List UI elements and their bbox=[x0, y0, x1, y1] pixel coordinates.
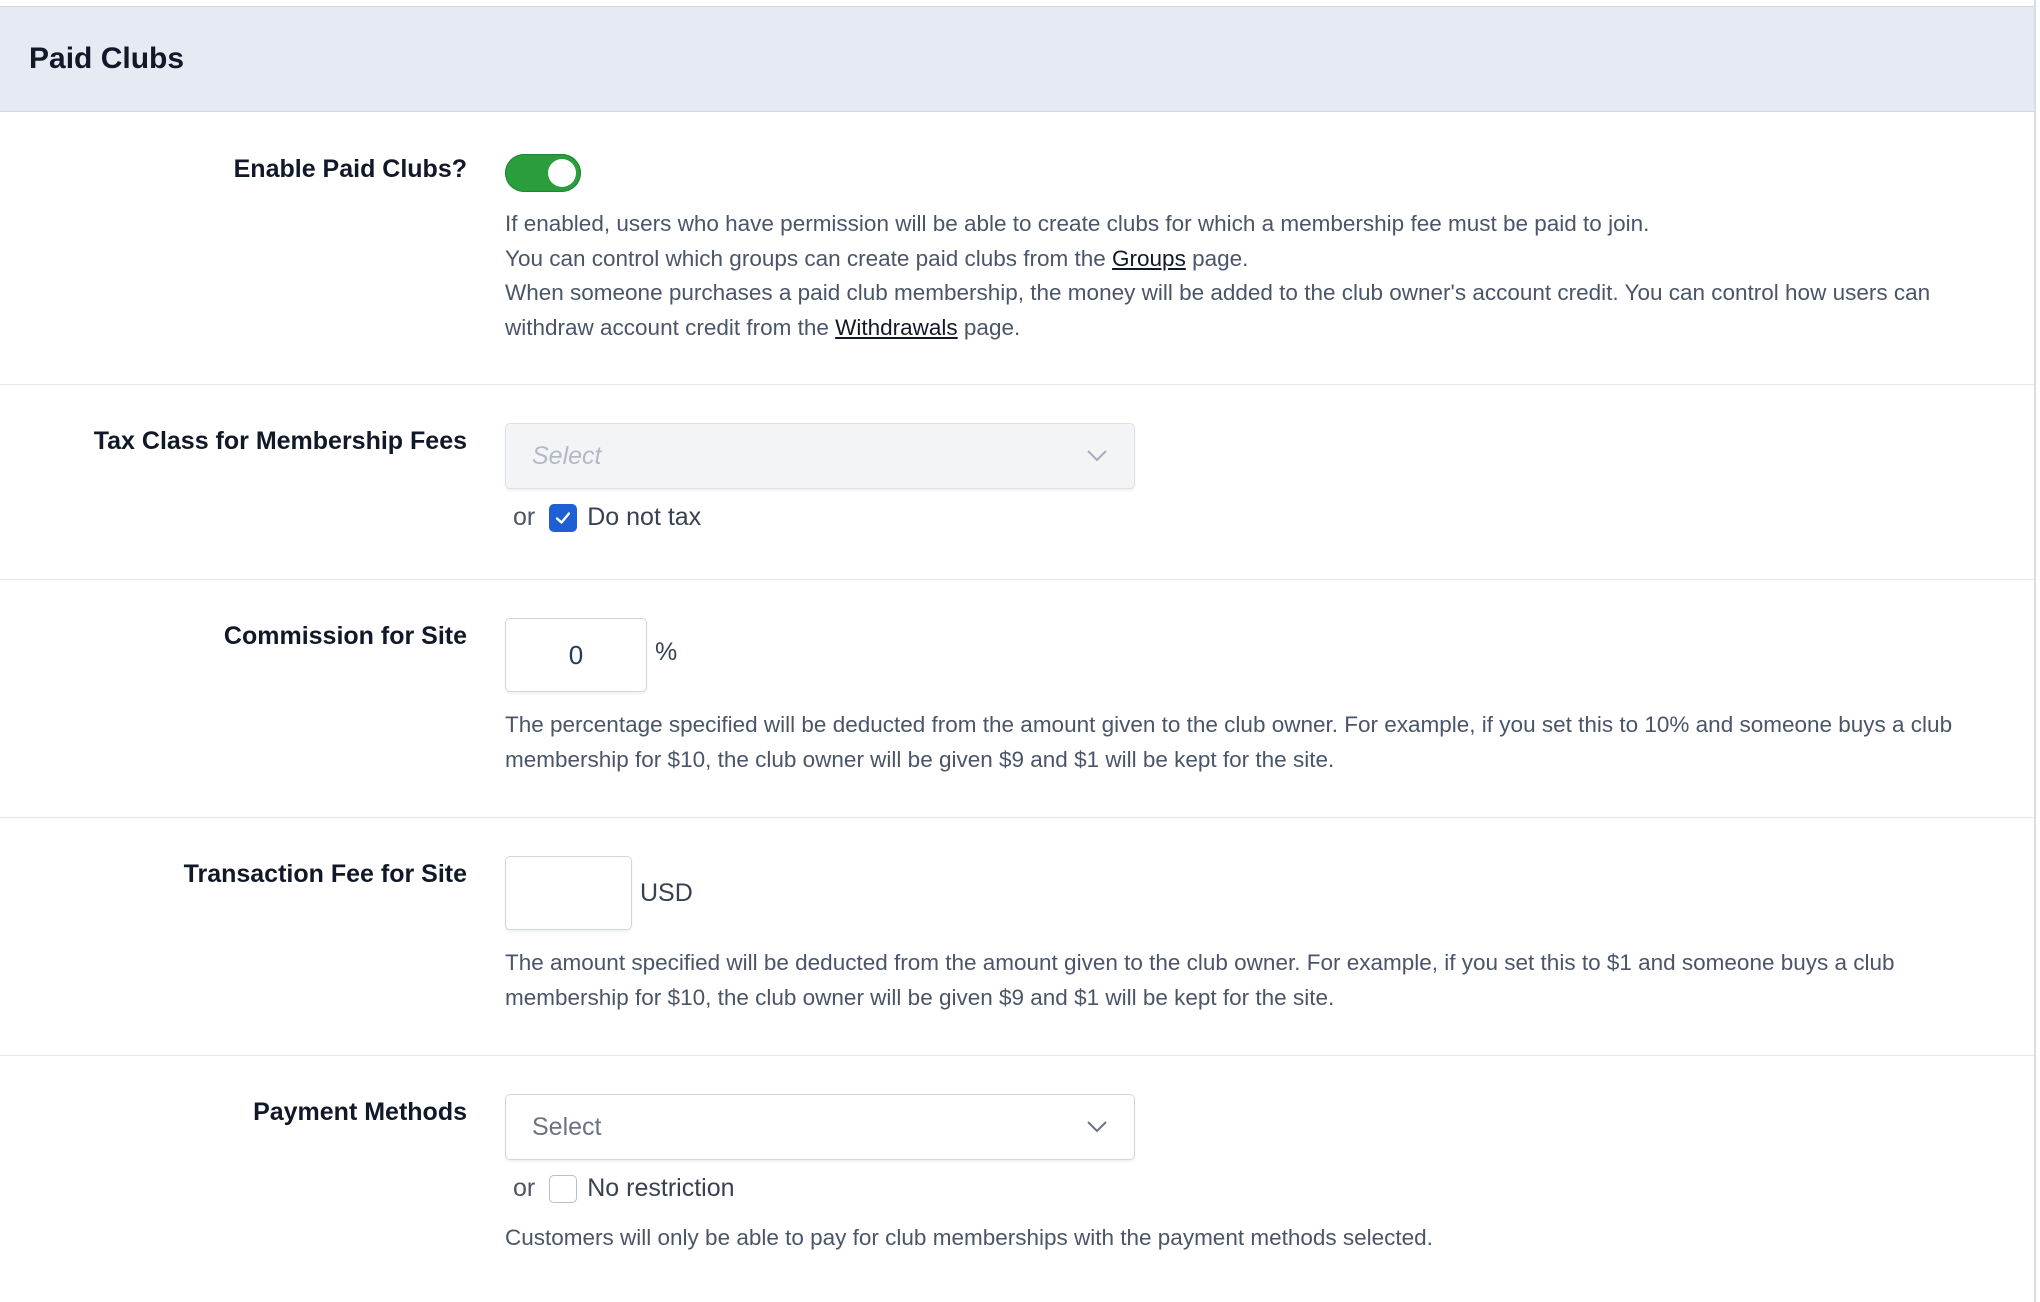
commission-field: 0 % The percentage specified will be ded… bbox=[505, 618, 1994, 777]
row-payment-methods: Payment Methods Select or No restriction… bbox=[0, 1056, 2034, 1276]
desc-text: page. bbox=[1185, 245, 1249, 271]
no-restriction-label[interactable]: No restriction bbox=[587, 1174, 734, 1203]
enable-description: If enabled, users who have permission wi… bbox=[505, 207, 1994, 345]
page-title: Paid Clubs bbox=[29, 42, 185, 75]
payment-or-line: or No restriction bbox=[505, 1174, 1994, 1203]
tax-class-select[interactable]: Select bbox=[505, 423, 1135, 489]
do-not-tax-label[interactable]: Do not tax bbox=[587, 503, 701, 532]
row-enable-paid-clubs: Enable Paid Clubs? If enabled, users who… bbox=[0, 112, 2034, 385]
tax-class-label: Tax Class for Membership Fees bbox=[93, 427, 467, 455]
payment-field: Select or No restriction Customers will … bbox=[505, 1094, 1994, 1256]
enable-paid-clubs-toggle[interactable] bbox=[505, 154, 581, 192]
row-commission: Commission for Site 0 % The percentage s… bbox=[0, 580, 2034, 818]
tax-or-line: or Do not tax bbox=[505, 503, 1994, 532]
transaction-fee-label: Transaction Fee for Site bbox=[183, 860, 467, 888]
payment-methods-label: Payment Methods bbox=[253, 1098, 467, 1126]
row-transaction-fee: Transaction Fee for Site USD The amount … bbox=[0, 818, 2034, 1056]
desc-text: When someone purchases a paid club membe… bbox=[505, 280, 1931, 340]
transaction-input-group: USD bbox=[505, 856, 1994, 930]
toggle-knob bbox=[548, 159, 576, 187]
enable-desc-line1: If enabled, users who have permission wi… bbox=[505, 211, 1650, 236]
or-text: or bbox=[513, 1174, 536, 1202]
commission-input-group: 0 % bbox=[505, 618, 1994, 692]
transaction-description: The amount specified will be deducted fr… bbox=[505, 950, 1895, 1010]
desc-text: page. bbox=[957, 314, 1021, 340]
enable-field: If enabled, users who have permission wi… bbox=[505, 154, 1994, 345]
withdrawals-link[interactable]: Withdrawals bbox=[835, 315, 958, 340]
transaction-fee-input[interactable] bbox=[505, 856, 632, 930]
tax-select-placeholder: Select bbox=[532, 441, 602, 470]
or-text: or bbox=[513, 503, 536, 531]
do-not-tax-checkbox[interactable] bbox=[549, 503, 578, 532]
tax-field: Select or Do not tax bbox=[505, 423, 1994, 532]
enable-desc-line2: You can control which groups can create … bbox=[505, 242, 1994, 277]
transaction-field: USD The amount specified will be deducte… bbox=[505, 856, 1994, 1015]
commission-description: The percentage specified will be deducte… bbox=[505, 712, 1953, 772]
percent-unit: % bbox=[655, 638, 678, 666]
chevron-down-icon bbox=[1087, 1121, 1107, 1133]
checkmark-icon bbox=[556, 511, 571, 524]
row-tax-class: Tax Class for Membership Fees Select or … bbox=[0, 385, 2034, 580]
chevron-down-icon bbox=[1087, 450, 1107, 462]
no-restriction-checkbox[interactable] bbox=[549, 1174, 578, 1203]
enable-paid-clubs-label: Enable Paid Clubs? bbox=[233, 155, 467, 183]
panel-header: Paid Clubs bbox=[0, 6, 2034, 112]
payment-methods-select[interactable]: Select bbox=[505, 1094, 1135, 1160]
payment-description: Customers will only be able to pay for c… bbox=[505, 1225, 1433, 1250]
desc-text: You can control which groups can create … bbox=[505, 245, 1113, 271]
payment-select-placeholder: Select bbox=[532, 1112, 602, 1141]
groups-link[interactable]: Groups bbox=[1112, 246, 1186, 271]
commission-label: Commission for Site bbox=[223, 622, 467, 650]
enable-desc-line3: When someone purchases a paid club membe… bbox=[505, 276, 1994, 345]
commission-input[interactable]: 0 bbox=[505, 618, 647, 692]
usd-unit: USD bbox=[640, 878, 693, 907]
paid-clubs-panel: Paid Clubs Enable Paid Clubs? If enabled… bbox=[0, 0, 2036, 1302]
